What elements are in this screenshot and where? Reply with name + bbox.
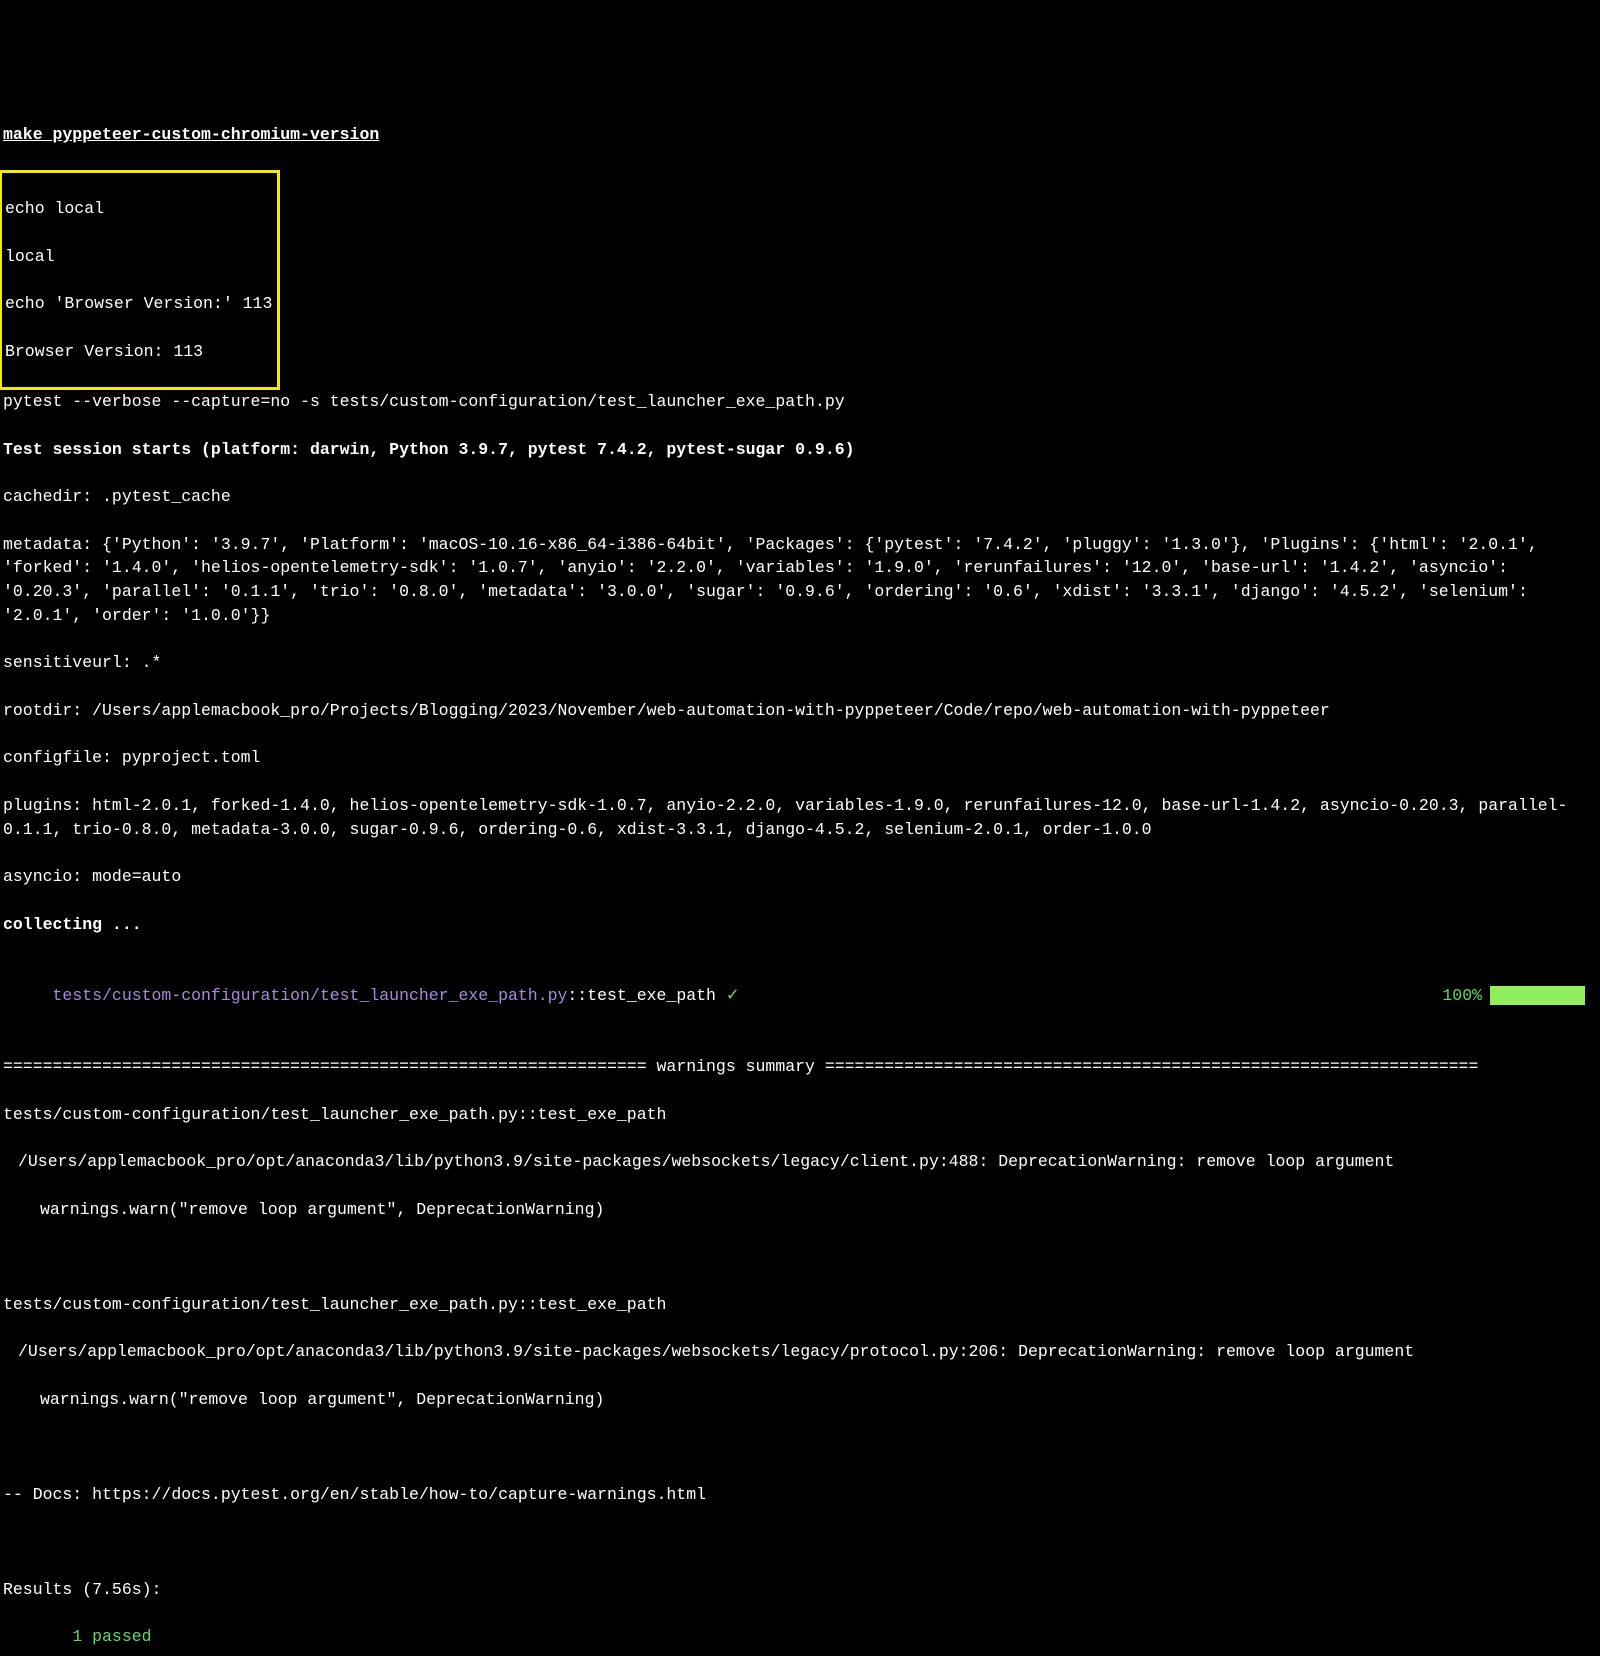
echo-browser-cmd: echo 'Browser Version:' 113 — [2, 292, 275, 316]
echo-local-out: local — [2, 245, 275, 269]
echo-local-cmd: echo local — [2, 197, 275, 221]
test-file-path: tests/custom-configuration/test_launcher… — [43, 986, 568, 1005]
configfile-line: configfile: pyproject.toml — [0, 746, 1600, 770]
warning-1-path: /Users/applemacbook_pro/opt/anaconda3/li… — [0, 1150, 1600, 1174]
check-icon: ✓ — [726, 986, 740, 1005]
progress-percent: 100% — [1442, 984, 1482, 1008]
results-line: Results (7.56s): — [0, 1578, 1600, 1602]
echo-browser-out: Browser Version: 113 — [2, 340, 275, 364]
session-start: Test session starts (platform: darwin, P… — [0, 438, 1600, 462]
progress-bar — [1490, 986, 1585, 1005]
warning-1-header: tests/custom-configuration/test_launcher… — [0, 1103, 1600, 1127]
docs-link: -- Docs: https://docs.pytest.org/en/stab… — [0, 1483, 1600, 1507]
warning-2-path: /Users/applemacbook_pro/opt/anaconda3/li… — [0, 1340, 1600, 1364]
warnings-separator: ========================================… — [0, 1055, 1600, 1079]
sensitiveurl-line: sensitiveurl: .* — [0, 651, 1600, 675]
test-separator: :: — [567, 986, 587, 1005]
passed-label: passed — [82, 1627, 151, 1646]
blank-line — [0, 1435, 1600, 1459]
rootdir-line: rootdir: /Users/applemacbook_pro/Project… — [0, 699, 1600, 723]
blank-line — [0, 1245, 1600, 1269]
metadata-line: metadata: {'Python': '3.9.7', 'Platform'… — [0, 533, 1600, 628]
collecting-line: collecting ... — [0, 913, 1600, 937]
warning-2-header: tests/custom-configuration/test_launcher… — [0, 1293, 1600, 1317]
terminal-output[interactable]: make pyppeteer-custom-chromium-version e… — [0, 99, 1600, 1656]
warning-2-code: warnings.warn("remove loop argument", De… — [0, 1388, 1600, 1412]
asyncio-line: asyncio: mode=auto — [0, 865, 1600, 889]
passed-count: 1 — [72, 1627, 82, 1646]
make-command: make pyppeteer-custom-chromium-version — [3, 125, 379, 144]
plugins-line: plugins: html-2.0.1, forked-1.4.0, helio… — [0, 794, 1600, 842]
passed-line: 1 passed — [0, 1625, 1600, 1649]
pytest-command: pytest --verbose --capture=no -s tests/c… — [0, 390, 1600, 414]
highlighted-region: echo local local echo 'Browser Version:'… — [0, 170, 280, 390]
warning-1-code: warnings.warn("remove loop argument", De… — [0, 1198, 1600, 1222]
test-name: test_exe_path — [587, 986, 726, 1005]
test-result-row: tests/custom-configuration/test_launcher… — [0, 960, 1600, 1031]
cachedir-line: cachedir: .pytest_cache — [0, 485, 1600, 509]
blank-line — [0, 1530, 1600, 1554]
